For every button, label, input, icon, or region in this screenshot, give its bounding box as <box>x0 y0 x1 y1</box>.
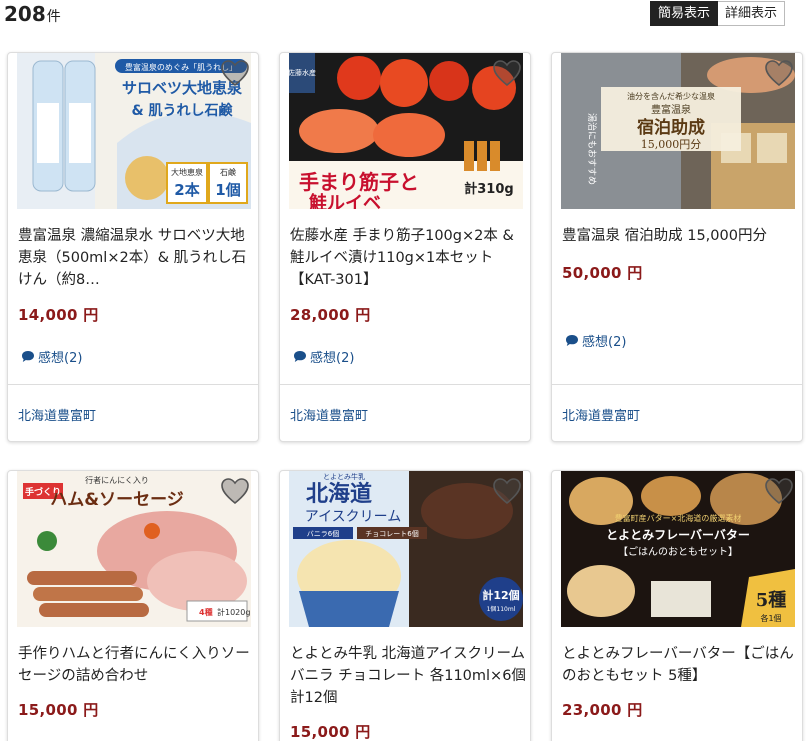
product-price: 28,000 円 <box>290 306 371 324</box>
svg-text:ハム&ソーセージ: ハム&ソーセージ <box>50 490 184 510</box>
svg-text:豊富町産バター×北海道の厳選素材: 豊富町産バター×北海道の厳選素材 <box>615 513 742 523</box>
svg-text:大地恵泉: 大地恵泉 <box>171 167 203 177</box>
svg-text:チョコレート6個: チョコレート6個 <box>365 529 418 538</box>
speech-bubble-icon <box>566 335 578 346</box>
product-card[interactable]: とよとみ牛乳 北海道 アイスクリーム バニラ6個 チョコレート6個 計12個 1… <box>279 470 531 741</box>
svg-text:15,000円分: 15,000円分 <box>641 138 702 151</box>
speech-bubble-icon <box>22 351 34 362</box>
product-title[interactable]: とよとみ牛乳 北海道アイスクリーム バニラ チョコレート 各110ml×6個 計… <box>290 643 526 709</box>
svg-text:油分を含んだ希少な温泉: 油分を含んだ希少な温泉 <box>627 91 715 101</box>
review-link[interactable]: 感想(2) <box>293 347 354 366</box>
results-header: 208件 簡易表示 詳細表示 <box>0 0 806 30</box>
product-card[interactable]: 豊富温泉のめぐみ「肌うれし」 サロベツ大地恵泉 & 肌うれし石鹸 大地恵泉 2本… <box>7 52 259 442</box>
result-count: 208件 <box>4 2 61 26</box>
svg-text:& 肌うれし石鹸: & 肌うれし石鹸 <box>131 102 233 119</box>
review-count[interactable]: 感想(2) <box>310 347 354 366</box>
product-image[interactable]: 油分を含んだ希少な温泉 豊富温泉 宿泊助成 15,000円分 湯治にもおすすめ <box>561 53 795 209</box>
product-image[interactable]: 手づくり 行者にんにく入り ハム&ソーセージ 4種 計1020g <box>17 471 251 627</box>
heart-icon[interactable] <box>492 477 522 505</box>
svg-text:宿泊助成: 宿泊助成 <box>637 117 705 138</box>
product-price: 15,000 円 <box>290 723 371 741</box>
product-price: 15,000 円 <box>18 701 99 719</box>
heart-icon[interactable] <box>220 477 250 505</box>
svg-text:鮭ルイベ: 鮭ルイベ <box>308 192 381 209</box>
detail-view-button[interactable]: 詳細表示 <box>718 1 786 26</box>
speech-bubble-icon <box>294 351 306 362</box>
svg-text:佐藤水産: 佐藤水産 <box>289 68 316 77</box>
heart-icon[interactable] <box>220 59 250 87</box>
region-link[interactable]: 北海道豊富町 <box>18 405 96 424</box>
product-image[interactable]: 豊富町産バター×北海道の厳選素材 とよとみフレーバーバター 【ごはんのおともセッ… <box>561 471 795 627</box>
heart-icon[interactable] <box>764 59 794 87</box>
review-count[interactable]: 感想(2) <box>38 347 82 366</box>
svg-text:2本: 2本 <box>174 181 199 199</box>
svg-text:バニラ6個: バニラ6個 <box>307 529 339 538</box>
product-card[interactable]: 油分を含んだ希少な温泉 豊富温泉 宿泊助成 15,000円分 湯治にもおすすめ … <box>551 52 803 442</box>
product-title[interactable]: 手作りハムと行者にんにく入りソーセージの詰め合わせ <box>18 643 254 687</box>
svg-text:豊富温泉: 豊富温泉 <box>651 103 691 116</box>
product-title[interactable]: 豊富温泉 宿泊助成 15,000円分 <box>562 225 798 247</box>
product-title[interactable]: 佐藤水産 手まり筋子100g×2本 & 鮭ルイベ漬け110g×1本セット【KAT… <box>290 225 526 291</box>
svg-text:計1020g: 計1020g <box>217 607 250 617</box>
svg-text:北海道: 北海道 <box>306 481 372 507</box>
product-title[interactable]: 豊富温泉 濃縮温泉水 サロベツ大地恵泉（500ml×2本）& 肌うれし石けん（約… <box>18 225 254 291</box>
product-image[interactable]: とよとみ牛乳 北海道 アイスクリーム バニラ6個 チョコレート6個 計12個 1… <box>289 471 523 627</box>
product-card[interactable]: 豊富町産バター×北海道の厳選素材 とよとみフレーバーバター 【ごはんのおともセッ… <box>551 470 803 741</box>
svg-text:アイスクリーム: アイスクリーム <box>305 509 401 525</box>
divider <box>8 384 258 385</box>
svg-text:各1個: 各1個 <box>760 613 781 623</box>
svg-text:とよとみ牛乳: とよとみ牛乳 <box>323 472 365 481</box>
svg-text:とよとみフレーバーバター: とよとみフレーバーバター <box>606 528 750 542</box>
svg-text:行者にんにく入り: 行者にんにく入り <box>85 475 149 485</box>
heart-icon[interactable] <box>764 477 794 505</box>
review-count[interactable]: 感想(2) <box>582 331 626 350</box>
svg-text:4種: 4種 <box>199 607 213 617</box>
svg-text:手まり筋子と: 手まり筋子と <box>299 170 419 194</box>
svg-text:【ごはんのおともセット】: 【ごはんのおともセット】 <box>618 545 738 558</box>
svg-text:石鹸: 石鹸 <box>220 167 236 177</box>
product-price: 50,000 円 <box>562 264 643 282</box>
product-price: 23,000 円 <box>562 701 643 719</box>
product-price: 14,000 円 <box>18 306 99 324</box>
svg-text:1個: 1個 <box>215 181 240 199</box>
review-link[interactable]: 感想(2) <box>565 331 626 350</box>
svg-text:計12個: 計12個 <box>482 588 519 602</box>
region-link[interactable]: 北海道豊富町 <box>290 405 368 424</box>
product-image[interactable]: 豊富温泉のめぐみ「肌うれし」 サロベツ大地恵泉 & 肌うれし石鹸 大地恵泉 2本… <box>17 53 251 209</box>
heart-icon[interactable] <box>492 59 522 87</box>
region-link[interactable]: 北海道豊富町 <box>562 405 640 424</box>
divider <box>552 384 802 385</box>
svg-text:5種: 5種 <box>756 589 787 611</box>
simple-view-button[interactable]: 簡易表示 <box>650 1 719 26</box>
product-card[interactable]: 手づくり 行者にんにく入り ハム&ソーセージ 4種 計1020g 手作りハムと行… <box>7 470 259 741</box>
divider <box>280 384 530 385</box>
view-toggle: 簡易表示 詳細表示 <box>650 1 786 26</box>
product-card[interactable]: 佐藤水産 手まり筋子と 鮭ルイベ 計310g 佐藤水産 手まり筋子100g×2本… <box>279 52 531 442</box>
product-title[interactable]: とよとみフレーバーバター【ごはんのおともセット 5種】 <box>562 643 798 687</box>
svg-text:湯治にもおすすめ: 湯治にもおすすめ <box>586 113 598 185</box>
review-link[interactable]: 感想(2) <box>21 347 82 366</box>
svg-text:1個110ml: 1個110ml <box>487 605 516 613</box>
svg-text:計310g: 計310g <box>464 181 513 197</box>
product-image[interactable]: 佐藤水産 手まり筋子と 鮭ルイベ 計310g <box>289 53 523 209</box>
